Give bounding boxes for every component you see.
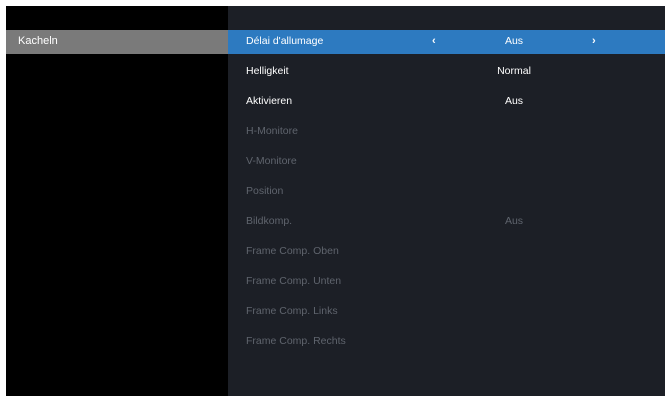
setting-label: Helligkeit	[246, 65, 289, 77]
setting-row-frame-comp-rechts: Frame Comp. Rechts	[228, 330, 665, 354]
arrow-right-icon[interactable]: ›	[592, 35, 596, 47]
setting-row-v-monitore: V-Monitore	[228, 150, 665, 174]
setting-label: Délai d'allumage	[246, 35, 324, 47]
setting-label: Aktivieren	[246, 95, 293, 107]
setting-row-frame-comp-oben: Frame Comp. Oben	[228, 240, 665, 264]
menu-item-kacheln[interactable]: Kacheln	[6, 30, 228, 54]
setting-row-helligkeit[interactable]: Helligkeit Normal	[228, 60, 665, 84]
setting-row-frame-comp-links: Frame Comp. Links	[228, 300, 665, 324]
setting-label: Position	[246, 185, 284, 197]
osd-menu: Kacheln Délai d'allumage ‹ Aus › Helligk…	[6, 6, 665, 396]
setting-row-frame-comp-unten: Frame Comp. Unten	[228, 270, 665, 294]
menu-item-label: Kacheln	[18, 35, 58, 47]
setting-label: Frame Comp. Oben	[246, 245, 339, 257]
setting-value: Aus	[504, 95, 524, 107]
setting-row-h-monitore: H-Monitore	[228, 120, 665, 144]
setting-value: Aus	[504, 215, 524, 227]
setting-label: Frame Comp. Unten	[246, 275, 342, 287]
setting-label: V-Monitore	[246, 155, 297, 167]
setting-row-delai-allumage[interactable]: Délai d'allumage ‹ Aus ›	[228, 30, 665, 54]
setting-label: Frame Comp. Links	[246, 305, 338, 317]
left-menu-panel: Kacheln	[6, 6, 228, 396]
setting-value: Normal	[497, 65, 531, 77]
setting-label: Bildkomp.	[246, 215, 293, 227]
setting-row-bildkomp: Bildkomp. Aus	[228, 210, 665, 234]
setting-value: Aus	[504, 35, 524, 47]
setting-row-aktivieren[interactable]: Aktivieren Aus	[228, 90, 665, 114]
setting-label: Frame Comp. Rechts	[246, 335, 346, 347]
setting-row-position: Position	[228, 180, 665, 204]
settings-panel: Délai d'allumage ‹ Aus › Helligkeit Norm…	[228, 6, 665, 396]
setting-label: H-Monitore	[246, 125, 298, 137]
arrow-left-icon[interactable]: ‹	[432, 35, 436, 47]
